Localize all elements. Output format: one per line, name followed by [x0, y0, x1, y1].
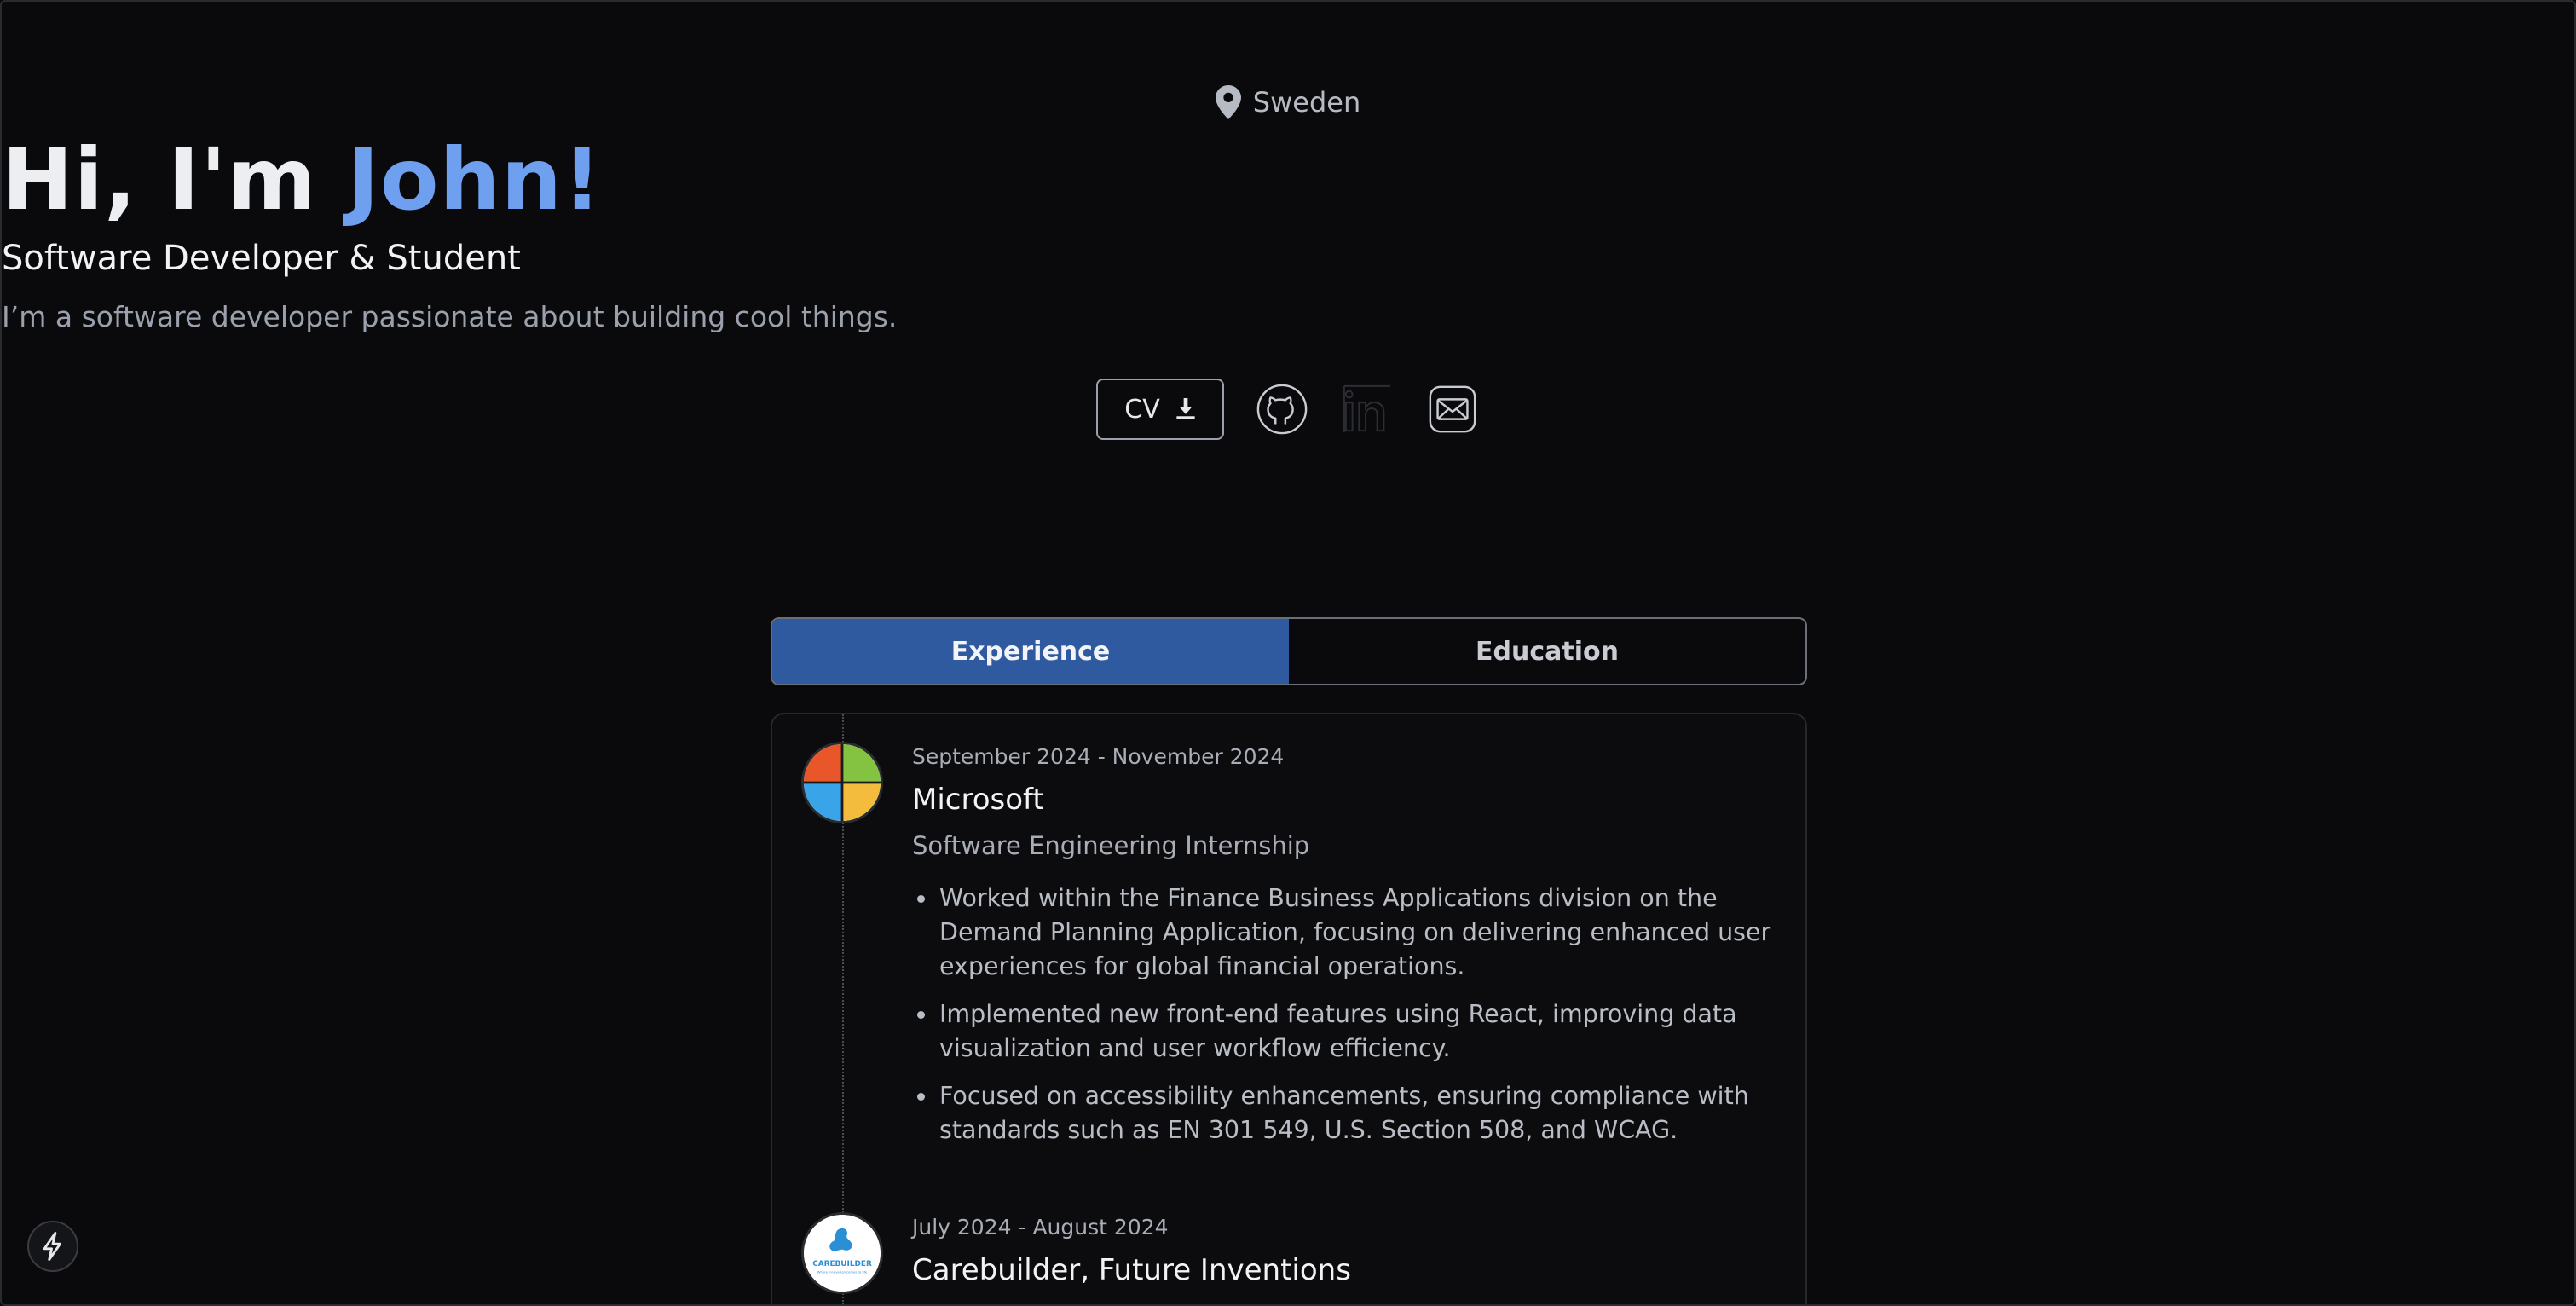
- page-title: Hi, I'm John!: [2, 130, 2574, 229]
- microsoft-logo-icon: [804, 744, 881, 821]
- list-item: Focused on accessibility enhancements, e…: [912, 1079, 1775, 1147]
- cv-download-button[interactable]: CV: [1096, 379, 1224, 440]
- tab-education[interactable]: Education: [1289, 619, 1805, 684]
- download-icon: [1176, 398, 1195, 419]
- map-pin-icon: [1215, 85, 1241, 119]
- tab-experience[interactable]: Experience: [772, 619, 1289, 684]
- carebuilder-logo: CAREBUILDER Where innovation comes to li…: [801, 1212, 883, 1294]
- entry-company: Microsoft: [912, 783, 1044, 817]
- entry-date: July 2024 - August 2024: [912, 1215, 1169, 1240]
- entry-company: Carebuilder, Future Inventions: [912, 1253, 1351, 1287]
- carebuilder-logo-text: CAREBUILDER: [812, 1260, 872, 1268]
- github-icon: [1256, 384, 1308, 435]
- cv-label: CV: [1124, 394, 1160, 425]
- entry-title: Software Engineering Internship: [912, 831, 1310, 860]
- list-item: Implemented new front-end features using…: [912, 997, 1775, 1066]
- greeting-text: Hi, I'm: [2, 130, 348, 229]
- github-link[interactable]: [1255, 382, 1309, 436]
- carebuilder-logo-subtext: Where innovation comes to life: [817, 1270, 868, 1274]
- location: Sweden: [2, 85, 2574, 119]
- hero-actions: CV: [2, 379, 2574, 440]
- experience-timeline: September 2024 - November 2024 Microsoft…: [771, 713, 1807, 1304]
- lightning-icon: [43, 1232, 61, 1261]
- quick-action-button[interactable]: [27, 1221, 78, 1272]
- entry-date: September 2024 - November 2024: [912, 744, 1285, 769]
- entry-body: July 2024 - August 2024 Carebuilder, Fut…: [912, 1212, 1775, 1291]
- linkedin-link[interactable]: [1340, 382, 1395, 436]
- linkedin-icon: [1343, 384, 1391, 433]
- name-text: John!: [347, 130, 603, 229]
- microsoft-logo: [801, 742, 883, 823]
- role-subtitle: Software Developer & Student: [2, 239, 521, 278]
- entry-body: September 2024 - November 2024 Microsoft…: [912, 742, 1775, 1161]
- mail-icon: [1429, 385, 1476, 433]
- page-frame: Sweden Hi, I'm John! Software Developer …: [0, 0, 2576, 1306]
- entry-bullets: Worked within the Finance Business Appli…: [912, 881, 1775, 1147]
- location-label: Sweden: [1252, 86, 1361, 118]
- section-tabs: Experience Education: [771, 617, 1807, 685]
- email-link[interactable]: [1425, 382, 1480, 436]
- tagline: I’m a software developer passionate abou…: [2, 300, 898, 333]
- carebuilder-logo-icon: CAREBUILDER Where innovation comes to li…: [804, 1215, 881, 1292]
- list-item: Worked within the Finance Business Appli…: [912, 881, 1775, 984]
